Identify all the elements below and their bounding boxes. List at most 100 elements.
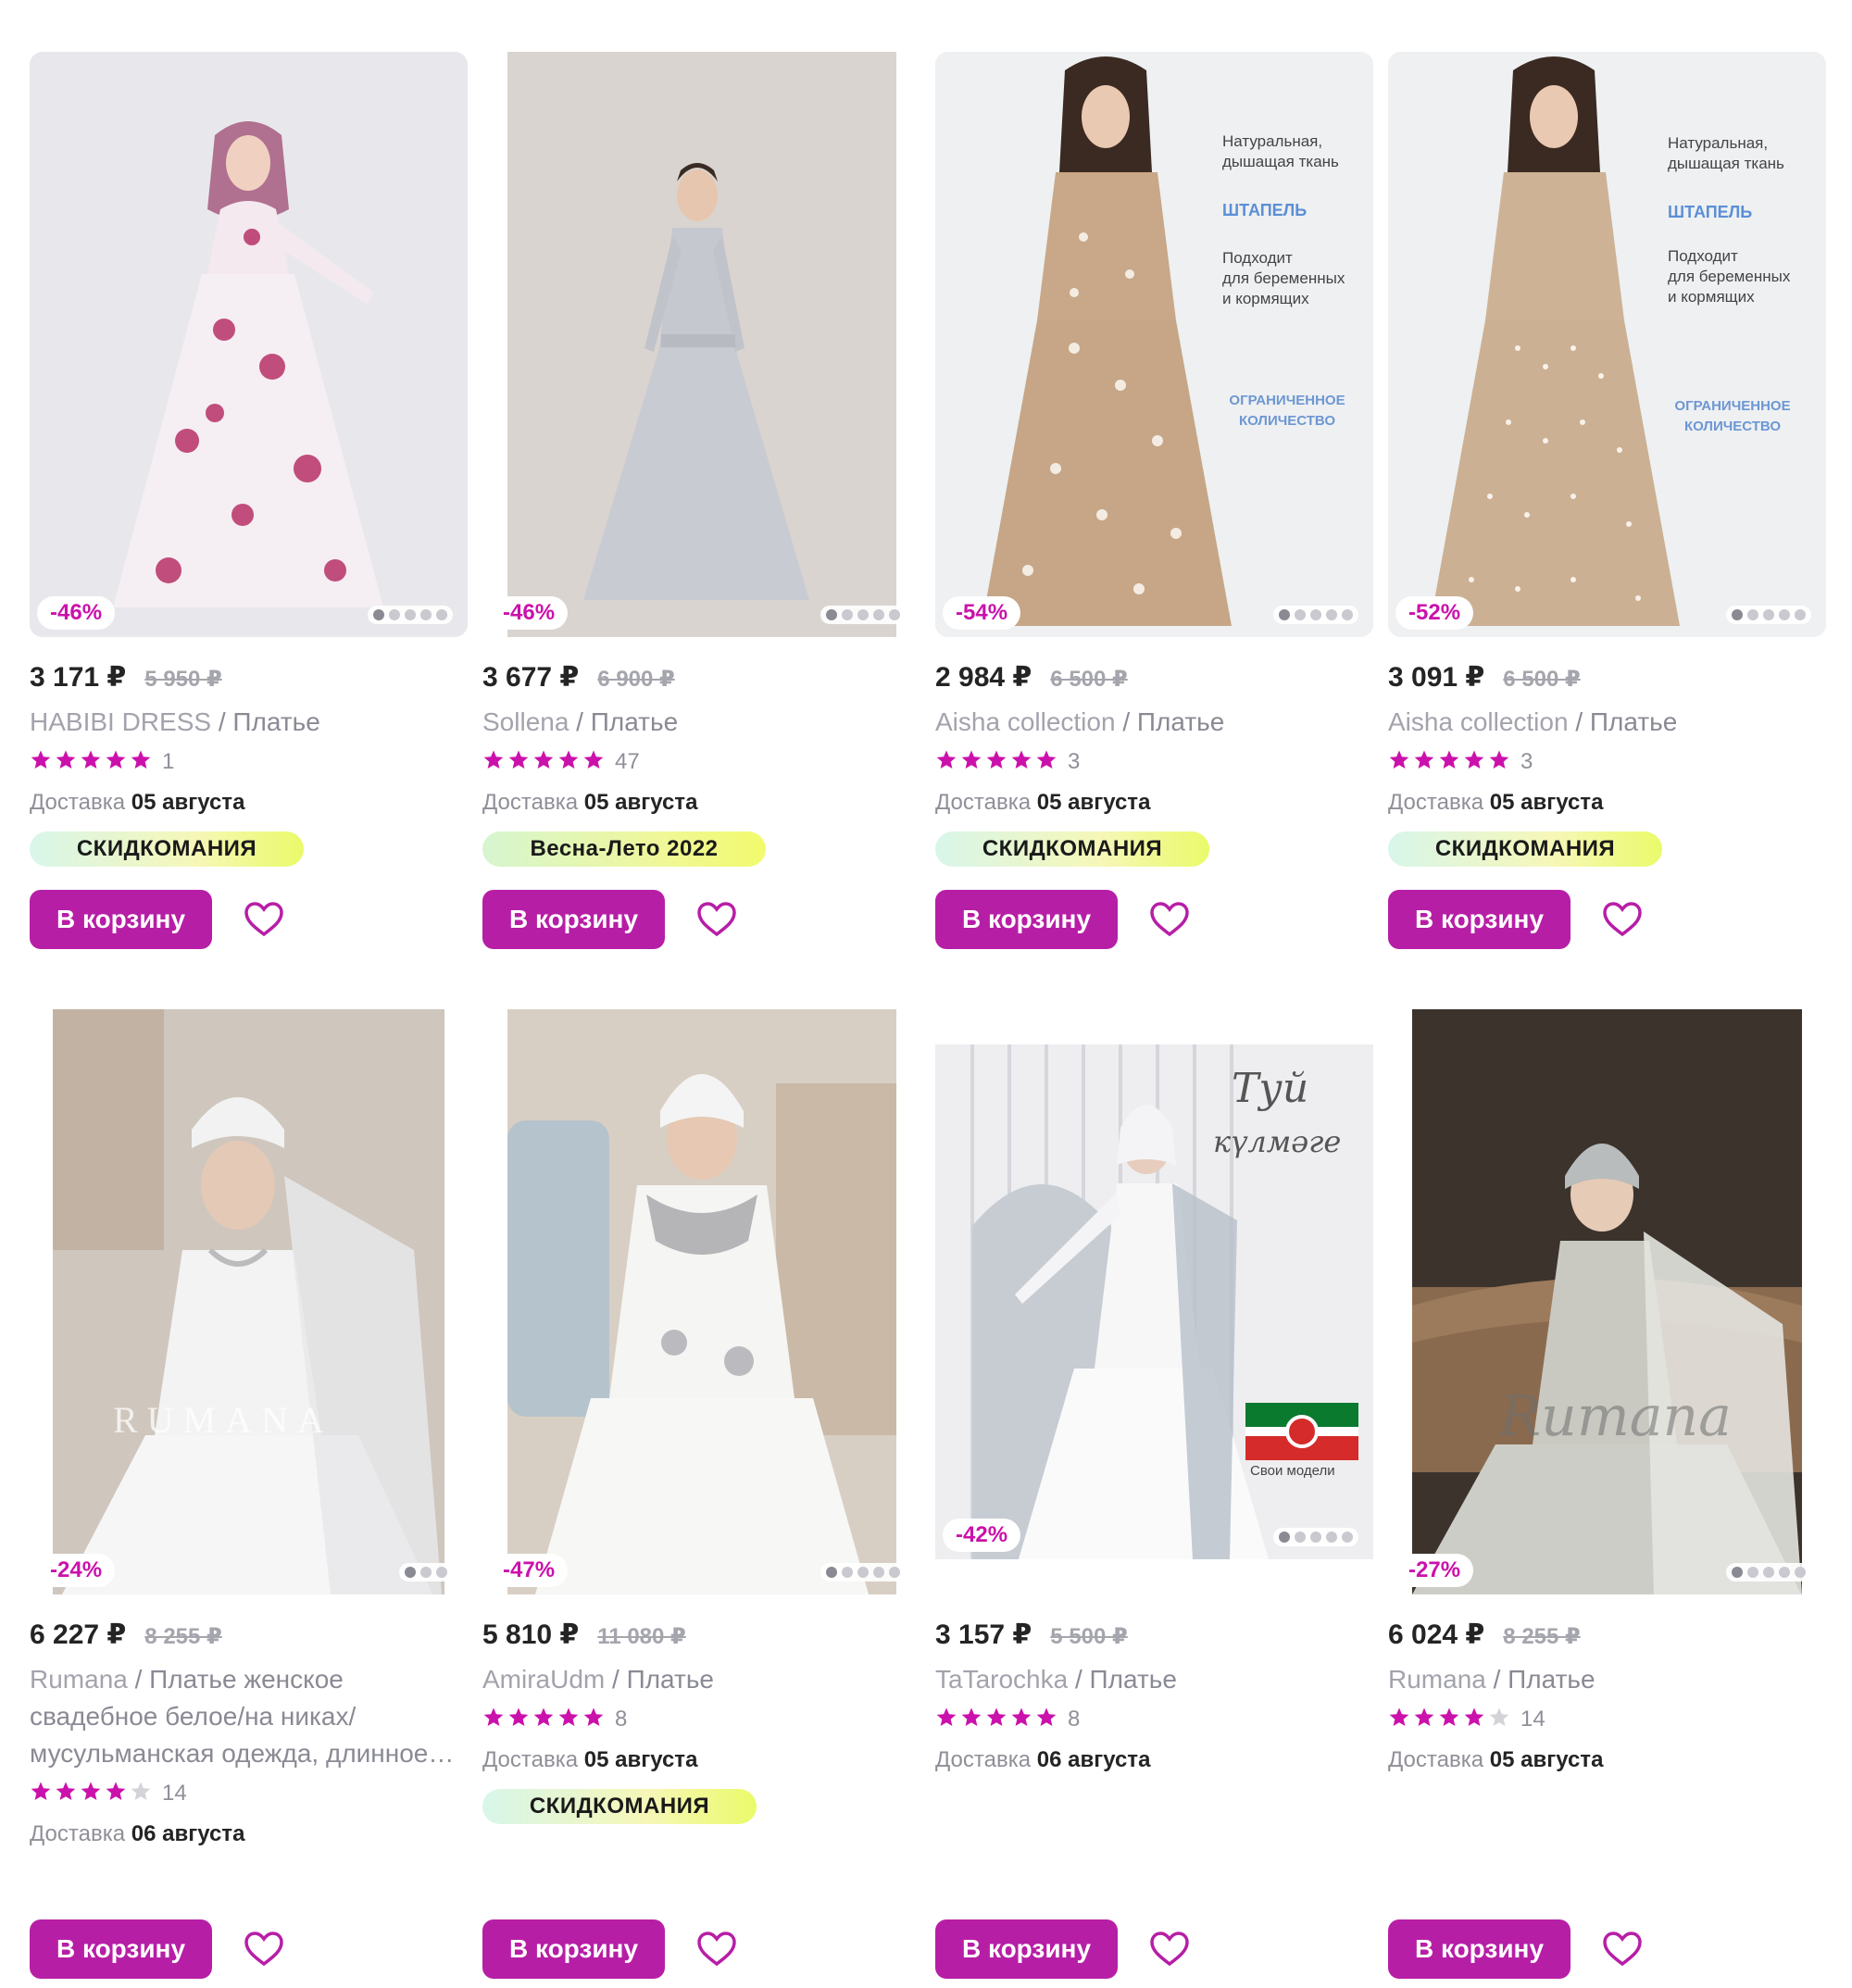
add-to-cart-button[interactable]: В корзину xyxy=(1388,890,1570,949)
discount-badge: -47% xyxy=(490,1554,569,1587)
heart-icon[interactable] xyxy=(244,1931,284,1968)
product-title[interactable]: Rumana / Платье женское свадебное белое/… xyxy=(30,1661,468,1772)
star-filled-icon xyxy=(106,750,126,769)
add-to-cart-button[interactable]: В корзину xyxy=(482,890,665,949)
product-image[interactable]: -46% xyxy=(482,52,920,637)
delivery-date: 06 августа xyxy=(1036,1747,1151,1772)
caption-line: Натуральная, xyxy=(1222,132,1323,150)
image-pager-dots[interactable] xyxy=(1726,1563,1811,1582)
image-pager-dots[interactable] xyxy=(1726,606,1811,624)
product-title[interactable]: Rumana / Платье xyxy=(1388,1661,1826,1698)
product-image[interactable]: -46% xyxy=(30,52,468,637)
product-title[interactable]: Aisha collection / Платье xyxy=(1388,704,1826,741)
image-pager-dots[interactable] xyxy=(820,606,906,624)
image-pager-dots[interactable] xyxy=(1273,606,1358,624)
promo-badge: СКИДКОМАНИЯ xyxy=(482,1789,757,1824)
discount-badge: -27% xyxy=(1395,1554,1474,1587)
heart-icon[interactable] xyxy=(244,901,284,938)
star-filled-icon xyxy=(1389,750,1409,769)
discount-badge: -46% xyxy=(490,596,569,630)
add-to-cart-button[interactable]: В корзину xyxy=(935,1919,1118,1979)
star-filled-icon xyxy=(1389,1707,1409,1726)
product-image[interactable]: RUMANA -24% xyxy=(30,1009,468,1594)
product-title[interactable]: AmiraUdm / Платье xyxy=(482,1661,920,1698)
add-to-cart-button[interactable]: В корзину xyxy=(482,1919,665,1979)
product-title[interactable]: Aisha collection / Платье xyxy=(935,704,1373,741)
product-image[interactable]: Натуральная, дышащая ткань ШТАПЕЛЬ Подхо… xyxy=(935,52,1373,637)
delivery-date: 06 августа xyxy=(131,1821,245,1846)
old-price: 5 950 ₽ xyxy=(144,667,222,692)
caption-limited-line: ОГРАНИЧЕННОЕ xyxy=(1229,393,1345,408)
script-subtitle: күлмәге xyxy=(1213,1124,1342,1159)
delivery-date: 05 августа xyxy=(131,790,245,815)
caption-line: для беременных xyxy=(1668,268,1791,285)
review-count: 8 xyxy=(1068,1707,1081,1732)
product-image[interactable]: -47% xyxy=(482,1009,920,1594)
add-to-cart-button[interactable]: В корзину xyxy=(30,890,212,949)
image-pager-dots[interactable] xyxy=(368,606,453,624)
heart-icon[interactable] xyxy=(696,901,737,938)
product-photo xyxy=(30,52,468,637)
heart-icon[interactable] xyxy=(1149,901,1190,938)
heart-icon[interactable] xyxy=(1149,1931,1190,1968)
star-filled-icon xyxy=(1036,1707,1057,1726)
product-image[interactable]: Туй күлмәге Свои модели -42% xyxy=(935,1009,1373,1594)
caption-line: Подходит xyxy=(1222,249,1293,267)
add-to-cart-button[interactable]: В корзину xyxy=(1388,1919,1570,1979)
delivery-info: Доставка 05 августа xyxy=(1388,1744,1826,1776)
image-pager-dots[interactable] xyxy=(399,1563,453,1582)
star-filled-icon xyxy=(1414,750,1434,769)
add-to-cart-button[interactable]: В корзину xyxy=(30,1919,212,1979)
delivery-info: Доставка 05 августа xyxy=(30,787,468,819)
review-count: 14 xyxy=(162,1781,187,1806)
star-filled-icon xyxy=(56,1782,76,1800)
star-filled-icon xyxy=(961,750,982,769)
promo-badge: СКИДКОМАНИЯ xyxy=(30,831,304,867)
delivery-info: Доставка 05 августа xyxy=(482,787,920,819)
caption-line: Подходит xyxy=(1668,247,1738,265)
delivery-info: Доставка 06 августа xyxy=(935,1744,1373,1776)
discount-badge: -24% xyxy=(37,1554,116,1587)
review-count: 14 xyxy=(1520,1707,1545,1732)
star-filled-icon xyxy=(936,1707,957,1726)
star-filled-icon xyxy=(533,750,554,769)
star-filled-icon xyxy=(56,750,76,769)
delivery-date: 05 августа xyxy=(1489,1747,1604,1772)
star-filled-icon xyxy=(81,750,101,769)
review-count: 1 xyxy=(162,749,175,774)
star-filled-icon xyxy=(1439,1707,1459,1726)
heart-icon[interactable] xyxy=(1602,901,1643,938)
price: 2 984 ₽ xyxy=(935,662,1032,693)
promo-badge: СКИДКОМАНИЯ xyxy=(1388,831,1662,867)
delivery-info: Доставка 06 августа xyxy=(30,1819,468,1850)
product-image[interactable]: Rumana -27% xyxy=(1388,1009,1826,1594)
price: 3 171 ₽ xyxy=(30,662,127,693)
product-name: / Платье xyxy=(1568,707,1678,736)
product-title[interactable]: HABIBI DRESS / Платье xyxy=(30,704,468,741)
review-count: 47 xyxy=(615,749,640,774)
star-filled-icon xyxy=(1414,1707,1434,1726)
product-photo xyxy=(507,1009,896,1594)
star-filled-icon xyxy=(558,750,579,769)
caption-limited-line: КОЛИЧЕСТВО xyxy=(1683,419,1782,434)
heart-icon[interactable] xyxy=(1602,1931,1643,1968)
image-pager-dots[interactable] xyxy=(820,1563,906,1582)
add-to-cart-button[interactable]: В корзину xyxy=(935,890,1118,949)
product-title[interactable]: Sollena / Платье xyxy=(482,704,920,741)
review-count: 3 xyxy=(1520,749,1533,774)
old-price: 6 500 ₽ xyxy=(1050,667,1128,692)
caption-line: и кормящих xyxy=(1222,290,1309,307)
image-pager-dots[interactable] xyxy=(1273,1528,1358,1546)
product-image[interactable]: Натуральная, дышащая ткань ШТАПЕЛЬ Подхо… xyxy=(1388,52,1826,637)
product-title[interactable]: TaTarochka / Платье xyxy=(935,1661,1373,1698)
delivery-label: Доставка xyxy=(30,1821,126,1846)
star-filled-icon xyxy=(483,750,504,769)
rating: 14 xyxy=(30,1778,468,1809)
star-filled-icon xyxy=(533,1707,554,1726)
heart-icon[interactable] xyxy=(696,1931,737,1968)
rating: 8 xyxy=(482,1704,920,1735)
star-filled-icon xyxy=(508,750,529,769)
delivery-date: 05 августа xyxy=(583,1747,698,1772)
product-name: / Платье xyxy=(1068,1665,1177,1694)
old-price: 8 255 ₽ xyxy=(1503,1624,1581,1649)
